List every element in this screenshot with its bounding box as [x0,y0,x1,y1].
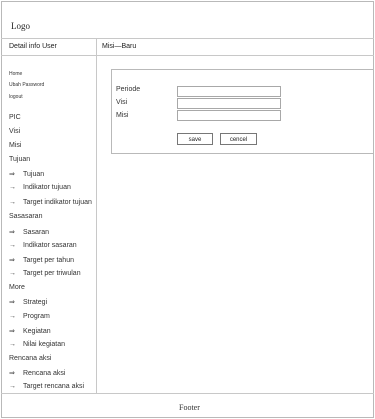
sidebar-item-label: Target per tahun [23,257,74,264]
sidebar-item-label: PIC [9,114,21,121]
sidebar-item-17[interactable]: Rencana aksi [9,355,51,362]
sidebar-item-16[interactable]: → Nilai kegiatan [9,341,65,348]
change-password-link[interactable]: Ubah Password [9,82,44,88]
sidebar-item-1[interactable]: Visi [9,128,20,135]
sidebar-item-label: Kegiatan [23,328,51,335]
footer-text: Footer [179,403,200,412]
arrow-icon: → [9,270,16,277]
arrow-icon: ⇒ [9,328,15,335]
header: Logo [1,1,374,39]
footer: Footer [1,393,374,418]
breadcrumb: Misi—Baru [97,39,374,56]
periode-input[interactable] [177,86,281,97]
sidebar-item-9[interactable]: → Indikator sasaran [9,242,77,249]
sidebar-item-label: Visi [9,128,21,135]
sidebar-item-19[interactable]: → Target rencana aksi [9,383,84,390]
sidebar-item-label: Program [23,313,50,320]
arrow-icon: → [9,184,16,191]
arrow-icon: ⇒ [9,370,15,377]
arrow-icon: ⇒ [9,229,15,236]
sidebar-item-label: More [9,284,25,291]
arrow-icon: ⇒ [9,171,15,178]
arrow-icon: → [9,242,16,249]
logout-link[interactable]: logout [9,94,23,100]
home-link[interactable]: Home [9,71,22,77]
sidebar-item-label: Rencana aksi [9,355,52,362]
sidebar-item-7[interactable]: Sasasaran [9,213,42,220]
sidebar-item-label: Sasaran [23,229,50,236]
sidebar-item-3[interactable]: Tujuan [9,156,30,163]
sidebar-item-2[interactable]: Misi [9,142,21,149]
sidebar-item-label: Rencana aksi [23,370,66,377]
page-title: Misi—Baru [102,43,137,50]
sidebar-item-5[interactable]: → Indikator tujuan [9,184,71,191]
sidebar-item-6[interactable]: → Target indikator tujuan [9,199,92,206]
sidebar-item-15[interactable]: ⇒ Kegiatan [9,327,51,335]
sidebar-item-label: Sasasaran [9,213,43,220]
sidebar-item-label: Nilai kegiatan [23,341,66,348]
sidebar-item-label: Target rencana aksi [23,383,85,390]
sidebar-item-13[interactable]: ⇒ Strategi [9,298,47,306]
sidebar-item-18[interactable]: ⇒ Rencana aksi [9,369,65,377]
sidebar-item-label: Tujuan [23,171,45,178]
cancel-button[interactable]: cencel [220,133,257,145]
save-button[interactable]: save [177,133,213,145]
logo: Logo [11,21,30,31]
misi-label: Misi [116,112,129,119]
arrow-icon: → [9,383,16,390]
arrow-icon: → [9,341,16,348]
sidebar-item-11[interactable]: → Target per triwulan [9,270,81,277]
sidebar-item-label: Strategi [23,299,48,306]
sidebar-item-10[interactable]: ⇒ Target per tahun [9,256,74,264]
visi-input[interactable] [177,98,281,109]
sidebar-item-4[interactable]: ⇒ Tujuan [9,170,44,178]
sidebar-item-label: Target per triwulan [23,270,81,277]
arrow-icon: → [9,199,16,206]
visi-label: Visi [116,99,128,106]
sidebar-item-0[interactable]: PIC [9,114,21,121]
sidebar-item-label: Tujuan [9,156,31,163]
sidebar-item-label: Indikator sasaran [23,242,77,249]
arrow-icon: ⇒ [9,299,15,306]
misi-input[interactable] [177,110,281,121]
periode-label: Periode [116,86,141,93]
sidebar-item-8[interactable]: ⇒ Sasaran [9,228,49,236]
arrow-icon: → [9,313,16,320]
sidebar-item-label: Indikator tujuan [23,184,71,191]
arrow-icon: ⇒ [9,257,15,264]
user-info-bar: Detail info User [1,39,97,56]
user-info-label: Detail info User [9,43,57,50]
sidebar-item-label: Misi [9,142,22,149]
sidebar-item-label: Target indikator tujuan [23,199,92,206]
sidebar-item-14[interactable]: → Program [9,313,50,320]
sidebar-item-12[interactable]: More [9,284,25,291]
